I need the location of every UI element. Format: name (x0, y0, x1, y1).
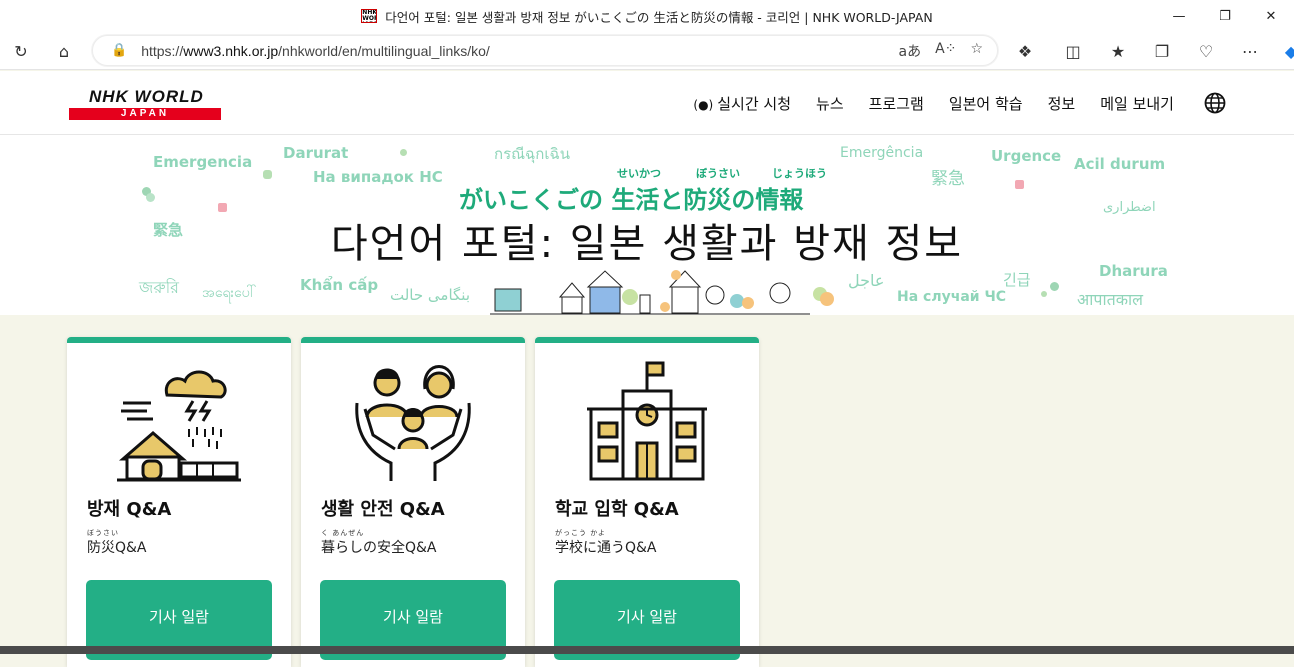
decor-dot (1041, 291, 1047, 297)
word-thai: กรณีฉุกเฉิน (494, 145, 570, 163)
word-khan-cap: Khẩn cấp (300, 276, 379, 294)
card-japanese-title: 暮らしの安全Q&A (321, 540, 437, 556)
restore-icon[interactable]: ❐ (1202, 0, 1248, 32)
close-icon[interactable]: ✕ (1248, 0, 1294, 32)
card-title: 생활 안전 Q&A (321, 499, 445, 520)
ruby-bousai: ぼうさい (696, 167, 740, 180)
url-text[interactable]: https://www3.nhk.or.jp/nhkworld/en/multi… (141, 43, 490, 59)
card-title: 학교 입학 Q&A (555, 499, 679, 520)
word-urdu: بنگامی حالت (390, 286, 471, 304)
card-japanese-title: 防災Q&A (87, 540, 147, 556)
read-aloud-icon[interactable]: A⁘ (935, 41, 956, 61)
word-emergencia-pt: Emergência (840, 145, 924, 161)
translate-icon[interactable]: aあ (899, 41, 922, 61)
horizontal-scrollbar[interactable] (0, 646, 1294, 654)
nav-send-mail[interactable]: 메일 보내기 (1100, 93, 1174, 114)
window-title: 다언어 포털: 일본 생활과 방재 정보 がいこくごの 生活と防災の情報 - 코… (385, 9, 933, 25)
site-header: NHK WORLD JAPAN (●) 실시간 시청 뉴스 프로그램 일본어 학습… (0, 71, 1294, 135)
word-ukrainian: На випадок НС (313, 168, 443, 186)
word-korean: 긴급 (1003, 271, 1031, 289)
address-bar[interactable]: 🔒 https://www3.nhk.or.jp/nhkworld/en/mul… (92, 35, 998, 66)
disaster-weather-house-icon (117, 370, 241, 482)
word-acil-durum: Acil durum (1074, 155, 1166, 173)
split-screen-icon[interactable]: ◫ (1058, 36, 1088, 66)
card-life-safety-qa[interactable]: 생활 안전 Q&A く あんぜん 暮らしの安全Q&A 기사 일람 (301, 337, 525, 667)
window-controls: — ❐ ✕ (1156, 0, 1294, 32)
browser-toolbar: ↻ ⌂ 🔒 https://www3.nhk.or.jp/nhkworld/en… (0, 32, 1294, 70)
word-darurat: Darurat (283, 144, 349, 162)
nhk-favicon-icon: NHK WORLD JAPAN (361, 9, 378, 23)
word-hindi: आपातकाल (1077, 290, 1143, 309)
card-japanese-title: 学校に通うQ&A (555, 540, 657, 556)
extensions-icon[interactable]: ❖ (1010, 36, 1040, 66)
ruby-seikatsu: せいかつ (617, 167, 661, 180)
url-prefix: https:// (141, 42, 184, 59)
hero-banner: Emergencia Darurat กรณีฉุกเฉิน Emergênci… (0, 135, 1294, 315)
decor-dot (1050, 282, 1059, 291)
page-title: 다언어 포털: 일본 생활과 방재 정보 (330, 221, 964, 267)
address-bar-icons: aあ A⁘ ☆ (899, 41, 983, 61)
main-nav: (●) 실시간 시청 뉴스 프로그램 일본어 학습 정보 메일 보내기 (693, 71, 1294, 135)
decor-dot (820, 292, 834, 306)
url-host: www3.nhk.or.jp (183, 42, 279, 59)
card-disaster-qa[interactable]: 방재 Q&A ぼうさい 防災Q&A 기사 일람 (67, 337, 291, 667)
more-menu-icon[interactable]: ⋯ (1235, 36, 1265, 66)
nav-learn-japanese[interactable]: 일본어 학습 (949, 93, 1023, 114)
school-building-icon (587, 361, 707, 481)
word-russian: На случай ЧС (897, 289, 1007, 305)
decor-dot (400, 149, 407, 156)
window-titlebar: NHK WORLD JAPAN 다언어 포털: 일본 생활과 방재 정보 がいこ… (0, 0, 1294, 32)
nav-info[interactable]: 정보 (1048, 93, 1076, 114)
ruby-jouhou: じょうほう (772, 167, 827, 180)
decor-dot (263, 170, 272, 179)
town-illustration-icon (490, 270, 810, 315)
minimize-icon[interactable]: — (1156, 0, 1202, 32)
word-kinkyu-1: 緊急 (931, 169, 965, 189)
copilot-icon[interactable]: ◆ (1276, 36, 1294, 66)
favorite-star-icon[interactable]: ☆ (970, 41, 983, 61)
logo-nhk-world: NHK WORLD (89, 87, 204, 106)
word-burmese: အရေးပေါ် (202, 285, 256, 301)
word-arabic: عاجل (848, 271, 885, 290)
logo-japan: JAPAN (69, 108, 221, 120)
globe-icon[interactable] (1204, 92, 1226, 114)
family-hands-icon (355, 365, 471, 481)
url-path: /nhkworld/en/multilingual_links/ko/ (278, 42, 490, 59)
nav-live-label: 실시간 시청 (717, 94, 792, 113)
home-icon[interactable]: ⌂ (49, 36, 79, 66)
decor-dot (1015, 180, 1024, 189)
word-urgence: Urgence (991, 147, 1062, 165)
card-school-qa[interactable]: 학교 입학 Q&A がっこう かよ 学校に通うQ&A 기사 일람 (535, 337, 759, 667)
browser-essentials-icon[interactable]: ♡ (1191, 36, 1221, 66)
reload-icon[interactable]: ↻ (6, 36, 36, 66)
collections-icon[interactable]: ❐ (1147, 36, 1177, 66)
word-bengali: জরুরি (139, 278, 179, 297)
decor-dot (146, 193, 155, 202)
nav-live[interactable]: (●) 실시간 시청 (693, 93, 791, 114)
nhk-world-logo[interactable]: NHK WORLD JAPAN (69, 88, 221, 120)
lock-icon: 🔒 (111, 43, 128, 58)
card-title: 방재 Q&A (87, 499, 172, 520)
nav-programs[interactable]: 프로그램 (869, 93, 924, 114)
word-emergencia: Emergencia (153, 153, 253, 171)
nav-news[interactable]: 뉴스 (816, 93, 844, 114)
live-broadcast-icon: (●) (693, 97, 714, 112)
hero-subtitle-japanese: がいこくごの 生活と防災の情報 (459, 186, 804, 214)
favorites-icon[interactable]: ★ (1103, 36, 1133, 66)
